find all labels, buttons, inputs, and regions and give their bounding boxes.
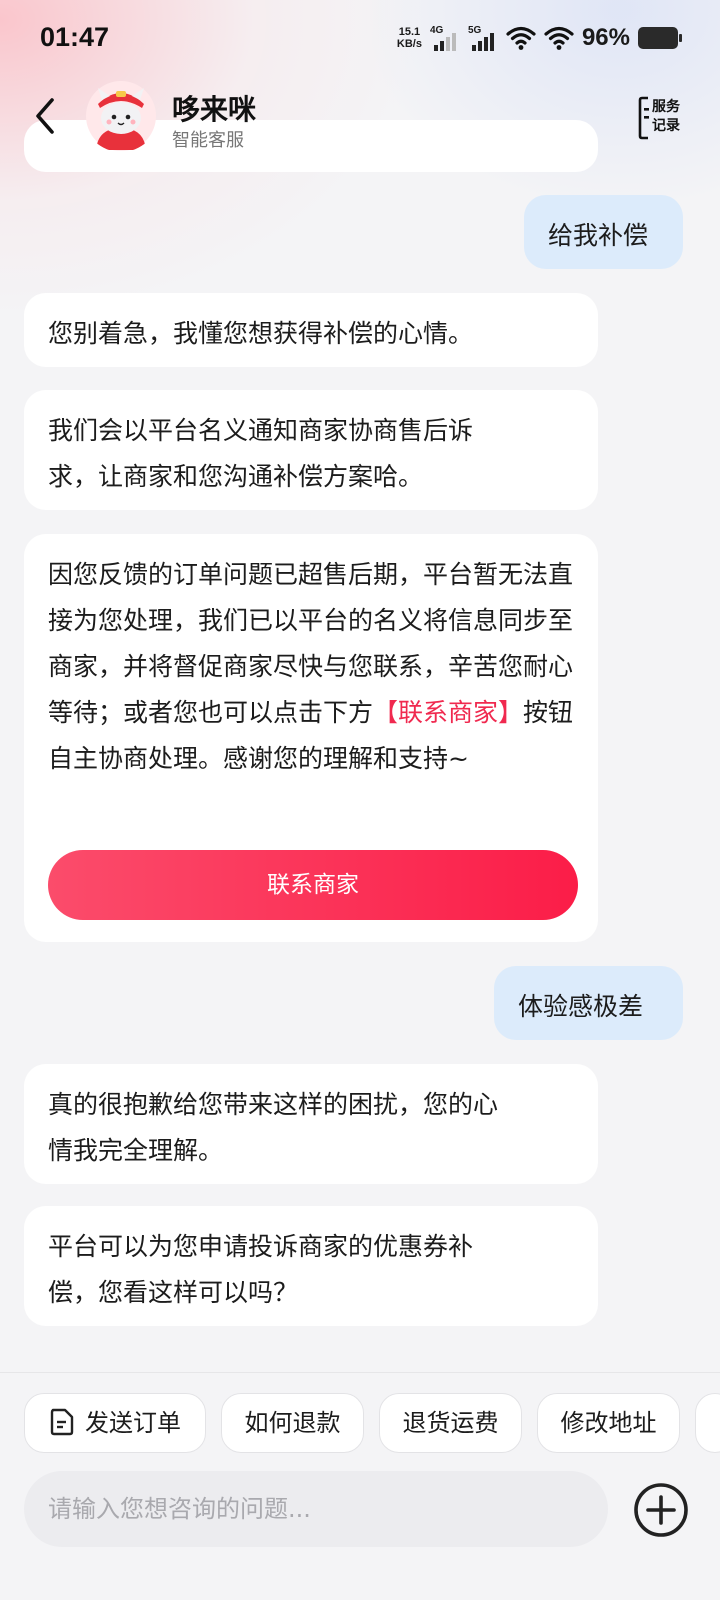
quick-reply-refund[interactable]: 如何退款 — [221, 1393, 364, 1453]
battery-percent: 96% — [581, 24, 630, 51]
message-text-line: 真的很抱歉给您带来这样的困扰，您的心 — [48, 1090, 499, 1119]
back-arrow-icon[interactable] — [28, 94, 68, 138]
input-row — [24, 1471, 696, 1549]
bot-message-with-action: 因您反馈的订单问题已超售后期，平台暂无法直接为您处理，我们已以平台的名义将信息同… — [24, 534, 598, 942]
network-speed: 15.1 KB/s — [396, 26, 422, 50]
status-time: 01:47 — [40, 22, 110, 52]
message-text-line: 情我完全理解。 — [48, 1136, 224, 1165]
wifi-icon — [506, 26, 536, 50]
wifi-icon — [544, 26, 574, 50]
message-text: 体验感极差 — [518, 992, 644, 1021]
message-text-line: 我们会以平台名义通知商家协商售后诉 — [48, 416, 474, 445]
message-input[interactable] — [24, 1471, 608, 1547]
status-icons: 15.1 KB/s 4G 5G 96% — [396, 24, 682, 52]
chat-header: 哆来咪 智能客服 服务 记录 — [0, 80, 720, 160]
bot-message: 真的很抱歉给您带来这样的困扰，您的心 情我完全理解。 — [24, 1064, 598, 1184]
message-text: 您别着急，我懂您想获得补偿的心情。 — [48, 319, 474, 348]
page-subtitle: 智能客服 — [172, 130, 244, 151]
quick-reply-more[interactable] — [695, 1393, 720, 1453]
message-text: 给我补偿 — [548, 221, 649, 250]
battery-icon — [638, 27, 682, 49]
input-panel: 发送订单 如何退款 退货运费 修改地址 — [0, 1372, 720, 1600]
message-text: 因您反馈的订单问题已超售后期，平台暂无法直接为您处理，我们已以平台的名义将信息同… — [48, 560, 574, 773]
quick-reply-change-address[interactable]: 修改地址 — [537, 1393, 680, 1453]
user-message: 给我补偿 — [524, 195, 683, 269]
bot-message: 我们会以平台名义通知商家协商售后诉 求，让商家和您沟通补偿方案哈。 — [24, 390, 598, 510]
avatar[interactable] — [84, 80, 158, 152]
document-icon — [50, 1408, 74, 1436]
bot-message: 平台可以为您申请投诉商家的优惠券补 偿，您看这样可以吗？ — [24, 1206, 598, 1326]
chat-area[interactable]: 给我补偿 您别着急，我懂您想获得补偿的心情。 我们会以平台名义通知商家协商售后诉… — [0, 0, 720, 1372]
quick-reply-return-shipping[interactable]: 退货运费 — [379, 1393, 522, 1453]
bot-message: 您别着急，我懂您想获得补偿的心情。 — [24, 293, 598, 367]
cell-signal-icon: 4G — [430, 25, 460, 51]
add-icon[interactable] — [632, 1481, 690, 1539]
user-message: 体验感极差 — [494, 966, 683, 1040]
service-record-button[interactable]: 服务 记录 — [638, 96, 692, 142]
status-bar: 01:47 15.1 KB/s 4G 5G 96% — [0, 0, 720, 80]
contact-merchant-link[interactable]: 【联系商家】 — [373, 698, 523, 727]
contact-merchant-button[interactable]: 联系商家 — [48, 850, 578, 920]
cell-signal-icon: 5G — [468, 25, 498, 51]
message-text-line: 偿，您看这样可以吗？ — [48, 1278, 299, 1307]
quick-reply-send-order[interactable]: 发送订单 — [24, 1393, 206, 1453]
message-text-line: 平台可以为您申请投诉商家的优惠券补 — [48, 1232, 474, 1261]
message-text-line: 求，让商家和您沟通补偿方案哈。 — [48, 462, 424, 491]
page-title: 哆来咪 — [172, 93, 257, 126]
